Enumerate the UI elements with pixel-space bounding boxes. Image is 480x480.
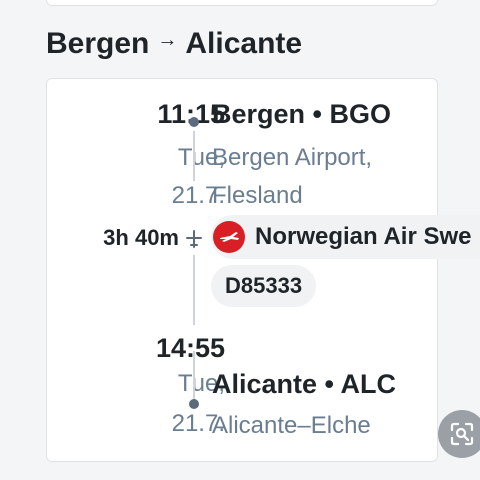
norwegian-logo-icon (213, 221, 245, 253)
plane-icon (186, 230, 202, 248)
departure-airport: Bergen Airport, Flesland (212, 139, 422, 215)
timeline-line-bottom (193, 351, 195, 401)
itinerary-card: 11:15 Tue, 21.7. Bergen • BGO Bergen Air… (46, 78, 480, 462)
timeline-line-middle (193, 255, 195, 325)
lens-search-button[interactable] (438, 410, 480, 458)
route-destination: Alicante (185, 27, 303, 60)
departure-weekday: Tue, (177, 144, 225, 171)
flight-number-chip[interactable]: D85333 (211, 265, 317, 307)
arrival-dot (189, 399, 199, 409)
departure-airport-line2: Flesland (212, 182, 303, 209)
arrival-time: 14:55 (155, 333, 225, 363)
lens-search-icon (450, 422, 474, 446)
departure-date: 21.7. (171, 182, 225, 209)
timeline-line-top (193, 131, 195, 181)
route-arrow-icon: → (157, 28, 178, 51)
departure-time: 11:15 (157, 99, 225, 129)
arrival-airport: Alicante–Elche (212, 412, 371, 439)
route-origin: Bergen (46, 27, 150, 60)
arrival-weekday: Tue, (177, 370, 225, 397)
route-heading: Bergen → Alicante (46, 24, 302, 64)
airline-chip[interactable]: Norwegian Air Swe (211, 215, 480, 259)
departure-dot (189, 117, 199, 127)
flight-duration: 3h 40m (103, 225, 179, 250)
departure-place: Bergen • BGO (212, 99, 391, 129)
arrival-date: 21.7. (171, 410, 225, 437)
airline-name: Norwegian Air Swe (255, 223, 472, 250)
arrival-place: Alicante • ALC (212, 369, 396, 399)
departure-airport-line1: Bergen Airport, (212, 144, 373, 171)
previous-card (46, 0, 438, 6)
